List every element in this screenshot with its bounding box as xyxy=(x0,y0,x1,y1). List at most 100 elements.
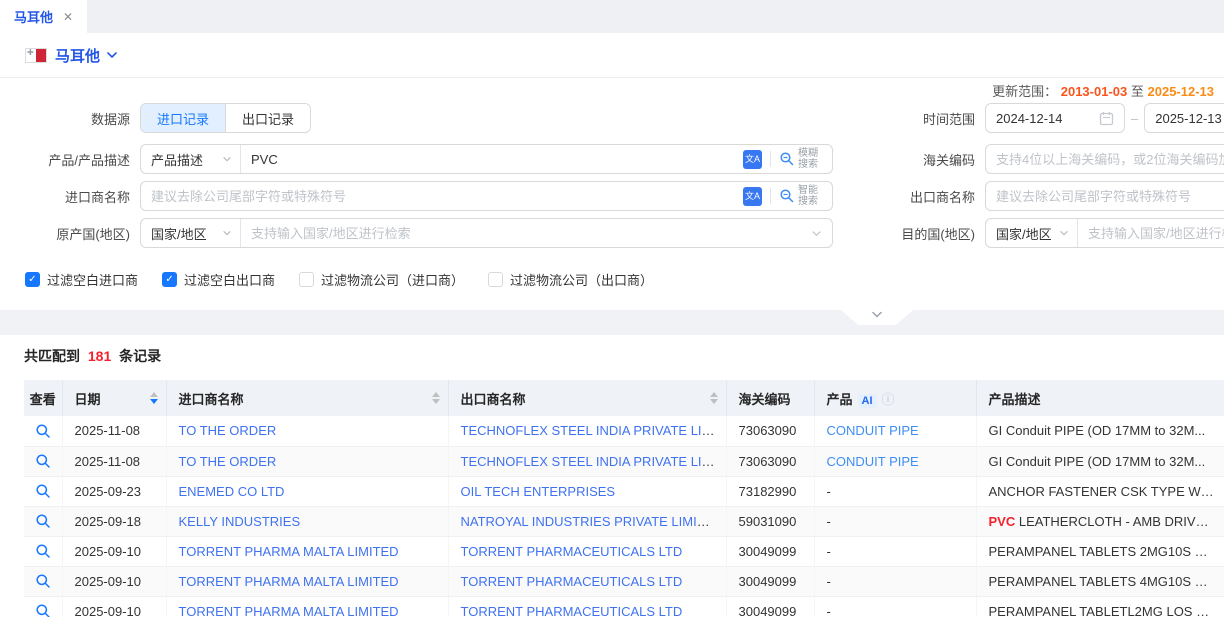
hs-code-cell: 59031090 xyxy=(726,506,814,536)
column-importer[interactable]: 进口商名称 xyxy=(166,380,448,416)
smart-search-label: 智能搜索 xyxy=(798,185,824,207)
translate-icon[interactable]: 文A xyxy=(743,187,762,206)
update-range-start: 2013-01-03 xyxy=(1061,84,1128,99)
chevron-down-icon xyxy=(1059,228,1069,238)
column-date[interactable]: 日期 xyxy=(62,380,166,416)
product-link[interactable]: CONDUIT PIPE xyxy=(827,423,919,438)
gray-band xyxy=(0,310,1224,335)
chevron-down-icon[interactable] xyxy=(106,49,118,61)
importer-field: 文A 智能搜索 xyxy=(140,181,833,211)
destination-type-select[interactable]: 国家/地区 xyxy=(986,219,1078,247)
importer-input[interactable] xyxy=(141,189,743,204)
importer-link[interactable]: TO THE ORDER xyxy=(179,423,277,438)
importer-link[interactable]: KELLY INDUSTRIES xyxy=(179,514,301,529)
origin-input[interactable] xyxy=(241,226,811,241)
origin-label: 原产国(地区) xyxy=(0,224,130,243)
importer-link[interactable]: ENEMED CO LTD xyxy=(179,484,285,499)
exporter-link[interactable]: TORRENT PHARMACEUTICALS LTD xyxy=(461,574,683,589)
date-cell: 2025-09-23 xyxy=(62,476,166,506)
filter-checkbox-0[interactable]: ✓过滤空白进口商 xyxy=(25,270,138,289)
exporter-link[interactable]: TECHNOFLEX STEEL INDIA PRIVATE LIMITED xyxy=(461,423,727,438)
keyword-highlight: PVC xyxy=(1195,574,1222,589)
importer-link[interactable]: TORRENT PHARMA MALTA LIMITED xyxy=(179,604,399,617)
date-end-field[interactable] xyxy=(1144,103,1224,133)
exporter-cell: TORRENT PHARMACEUTICALS LTD xyxy=(448,536,726,566)
exporter-link[interactable]: OIL TECH ENTERPRISES xyxy=(461,484,616,499)
product-cell: CONDUIT PIPE xyxy=(814,416,976,446)
filter-row-origin-destination: 原产国(地区) 国家/地区 目的国(地区) 国家/地 xyxy=(0,218,1224,248)
hs-code-input[interactable] xyxy=(986,152,1224,167)
view-record-icon[interactable] xyxy=(35,483,51,499)
exporter-label: 出口商名称 xyxy=(833,187,975,206)
column-hs-code: 海关编码 xyxy=(726,380,814,416)
view-record-icon[interactable] xyxy=(35,453,51,469)
filter-checkbox-3[interactable]: 过滤物流公司（出口商） xyxy=(488,270,653,289)
filter-checkbox-2[interactable]: 过滤物流公司（进口商） xyxy=(299,270,464,289)
importer-link[interactable]: TORRENT PHARMA MALTA LIMITED xyxy=(179,574,399,589)
fuzzy-search-label: 模糊搜索 xyxy=(798,148,824,170)
exporter-input[interactable] xyxy=(986,189,1224,204)
checkbox-unchecked-icon[interactable] xyxy=(488,272,503,287)
export-records-tab[interactable]: 出口记录 xyxy=(225,104,310,132)
sort-icon-date[interactable] xyxy=(150,392,158,404)
translate-icon[interactable]: 文A xyxy=(743,150,762,169)
importer-cell: TO THE ORDER xyxy=(166,416,448,446)
table-header-row: 查看 日期 进口商名称 出口商名称 海关编码 xyxy=(24,380,1224,416)
checkbox-unchecked-icon[interactable] xyxy=(299,272,314,287)
product-link[interactable]: CONDUIT PIPE xyxy=(827,454,919,469)
exporter-link[interactable]: TECHNOFLEX STEEL INDIA PRIVATE LIMITED xyxy=(461,454,727,469)
column-exporter[interactable]: 出口商名称 xyxy=(448,380,726,416)
view-record-icon[interactable] xyxy=(35,423,51,439)
smart-search-toggle[interactable]: 智能搜索 xyxy=(779,185,824,207)
ai-badge: AI xyxy=(858,394,877,408)
importer-cell: TO THE ORDER xyxy=(166,446,448,476)
exporter-cell: TECHNOFLEX STEEL INDIA PRIVATE LIMITED xyxy=(448,446,726,476)
fuzzy-search-toggle[interactable]: 模糊搜索 xyxy=(779,148,824,170)
collapse-filter-handle[interactable] xyxy=(841,310,913,325)
keyword-highlight: PVC xyxy=(989,514,1016,529)
hs-code-field[interactable] xyxy=(985,144,1224,174)
product-type-select[interactable]: 产品描述 xyxy=(141,145,241,173)
chevron-down-icon xyxy=(222,228,232,238)
hs-code-label: 海关编码 xyxy=(833,150,975,169)
import-records-tab[interactable]: 进口记录 xyxy=(141,104,225,132)
origin-type-select[interactable]: 国家/地区 xyxy=(141,219,241,247)
checkbox-checked-icon[interactable]: ✓ xyxy=(25,272,40,287)
view-record-icon[interactable] xyxy=(35,513,51,529)
importer-link[interactable]: TORRENT PHARMA MALTA LIMITED xyxy=(179,544,399,559)
update-range: 更新范围： 2013-01-03 至 2025-12-13 xyxy=(992,81,1214,100)
tab-bar: 马耳他 ✕ xyxy=(0,0,1224,33)
page-title: 马耳他 xyxy=(55,45,100,66)
info-icon[interactable]: ⓘ xyxy=(882,392,895,407)
sort-icon-importer[interactable] xyxy=(432,392,440,404)
product-search-input[interactable] xyxy=(241,152,743,167)
view-record-icon[interactable] xyxy=(35,543,51,559)
checkbox-checked-icon[interactable]: ✓ xyxy=(162,272,177,287)
date-end-input[interactable] xyxy=(1145,111,1224,126)
exporter-link[interactable]: NATROYAL INDUSTRIES PRIVATE LIMITED xyxy=(461,514,723,529)
product-desc-cell: ANCHOR FASTENER CSK TYPE WITH ... xyxy=(976,476,1224,506)
column-view: 查看 xyxy=(24,380,62,416)
exporter-link[interactable]: TORRENT PHARMACEUTICALS LTD xyxy=(461,604,683,617)
tab-close-icon[interactable]: ✕ xyxy=(63,10,73,24)
view-record-icon[interactable] xyxy=(35,573,51,589)
view-record-icon[interactable] xyxy=(35,603,51,617)
importer-link[interactable]: TO THE ORDER xyxy=(179,454,277,469)
date-start-field[interactable] xyxy=(985,103,1125,133)
product-cell: - xyxy=(814,596,976,617)
sort-icon-exporter[interactable] xyxy=(710,392,718,404)
exporter-cell: TORRENT PHARMACEUTICALS LTD xyxy=(448,566,726,596)
tab-malta[interactable]: 马耳他 ✕ xyxy=(0,0,87,33)
calendar-icon xyxy=(1099,111,1114,126)
exporter-field[interactable] xyxy=(985,181,1224,211)
filter-checkbox-1[interactable]: ✓过滤空白出口商 xyxy=(162,270,275,289)
update-range-to: 至 xyxy=(1131,84,1144,99)
table-row: 2025-09-18KELLY INDUSTRIESNATROYAL INDUS… xyxy=(24,506,1224,536)
chevron-down-icon[interactable] xyxy=(811,228,822,239)
exporter-link[interactable]: TORRENT PHARMACEUTICALS LTD xyxy=(461,544,683,559)
importer-cell: KELLY INDUSTRIES xyxy=(166,506,448,536)
tab-title: 马耳他 xyxy=(14,7,53,26)
destination-input[interactable] xyxy=(1078,226,1224,241)
filter-panel: 更新范围： 2013-01-03 至 2025-12-13 数据源 进口记录 出… xyxy=(0,78,1224,310)
date-start-input[interactable] xyxy=(986,111,1099,126)
